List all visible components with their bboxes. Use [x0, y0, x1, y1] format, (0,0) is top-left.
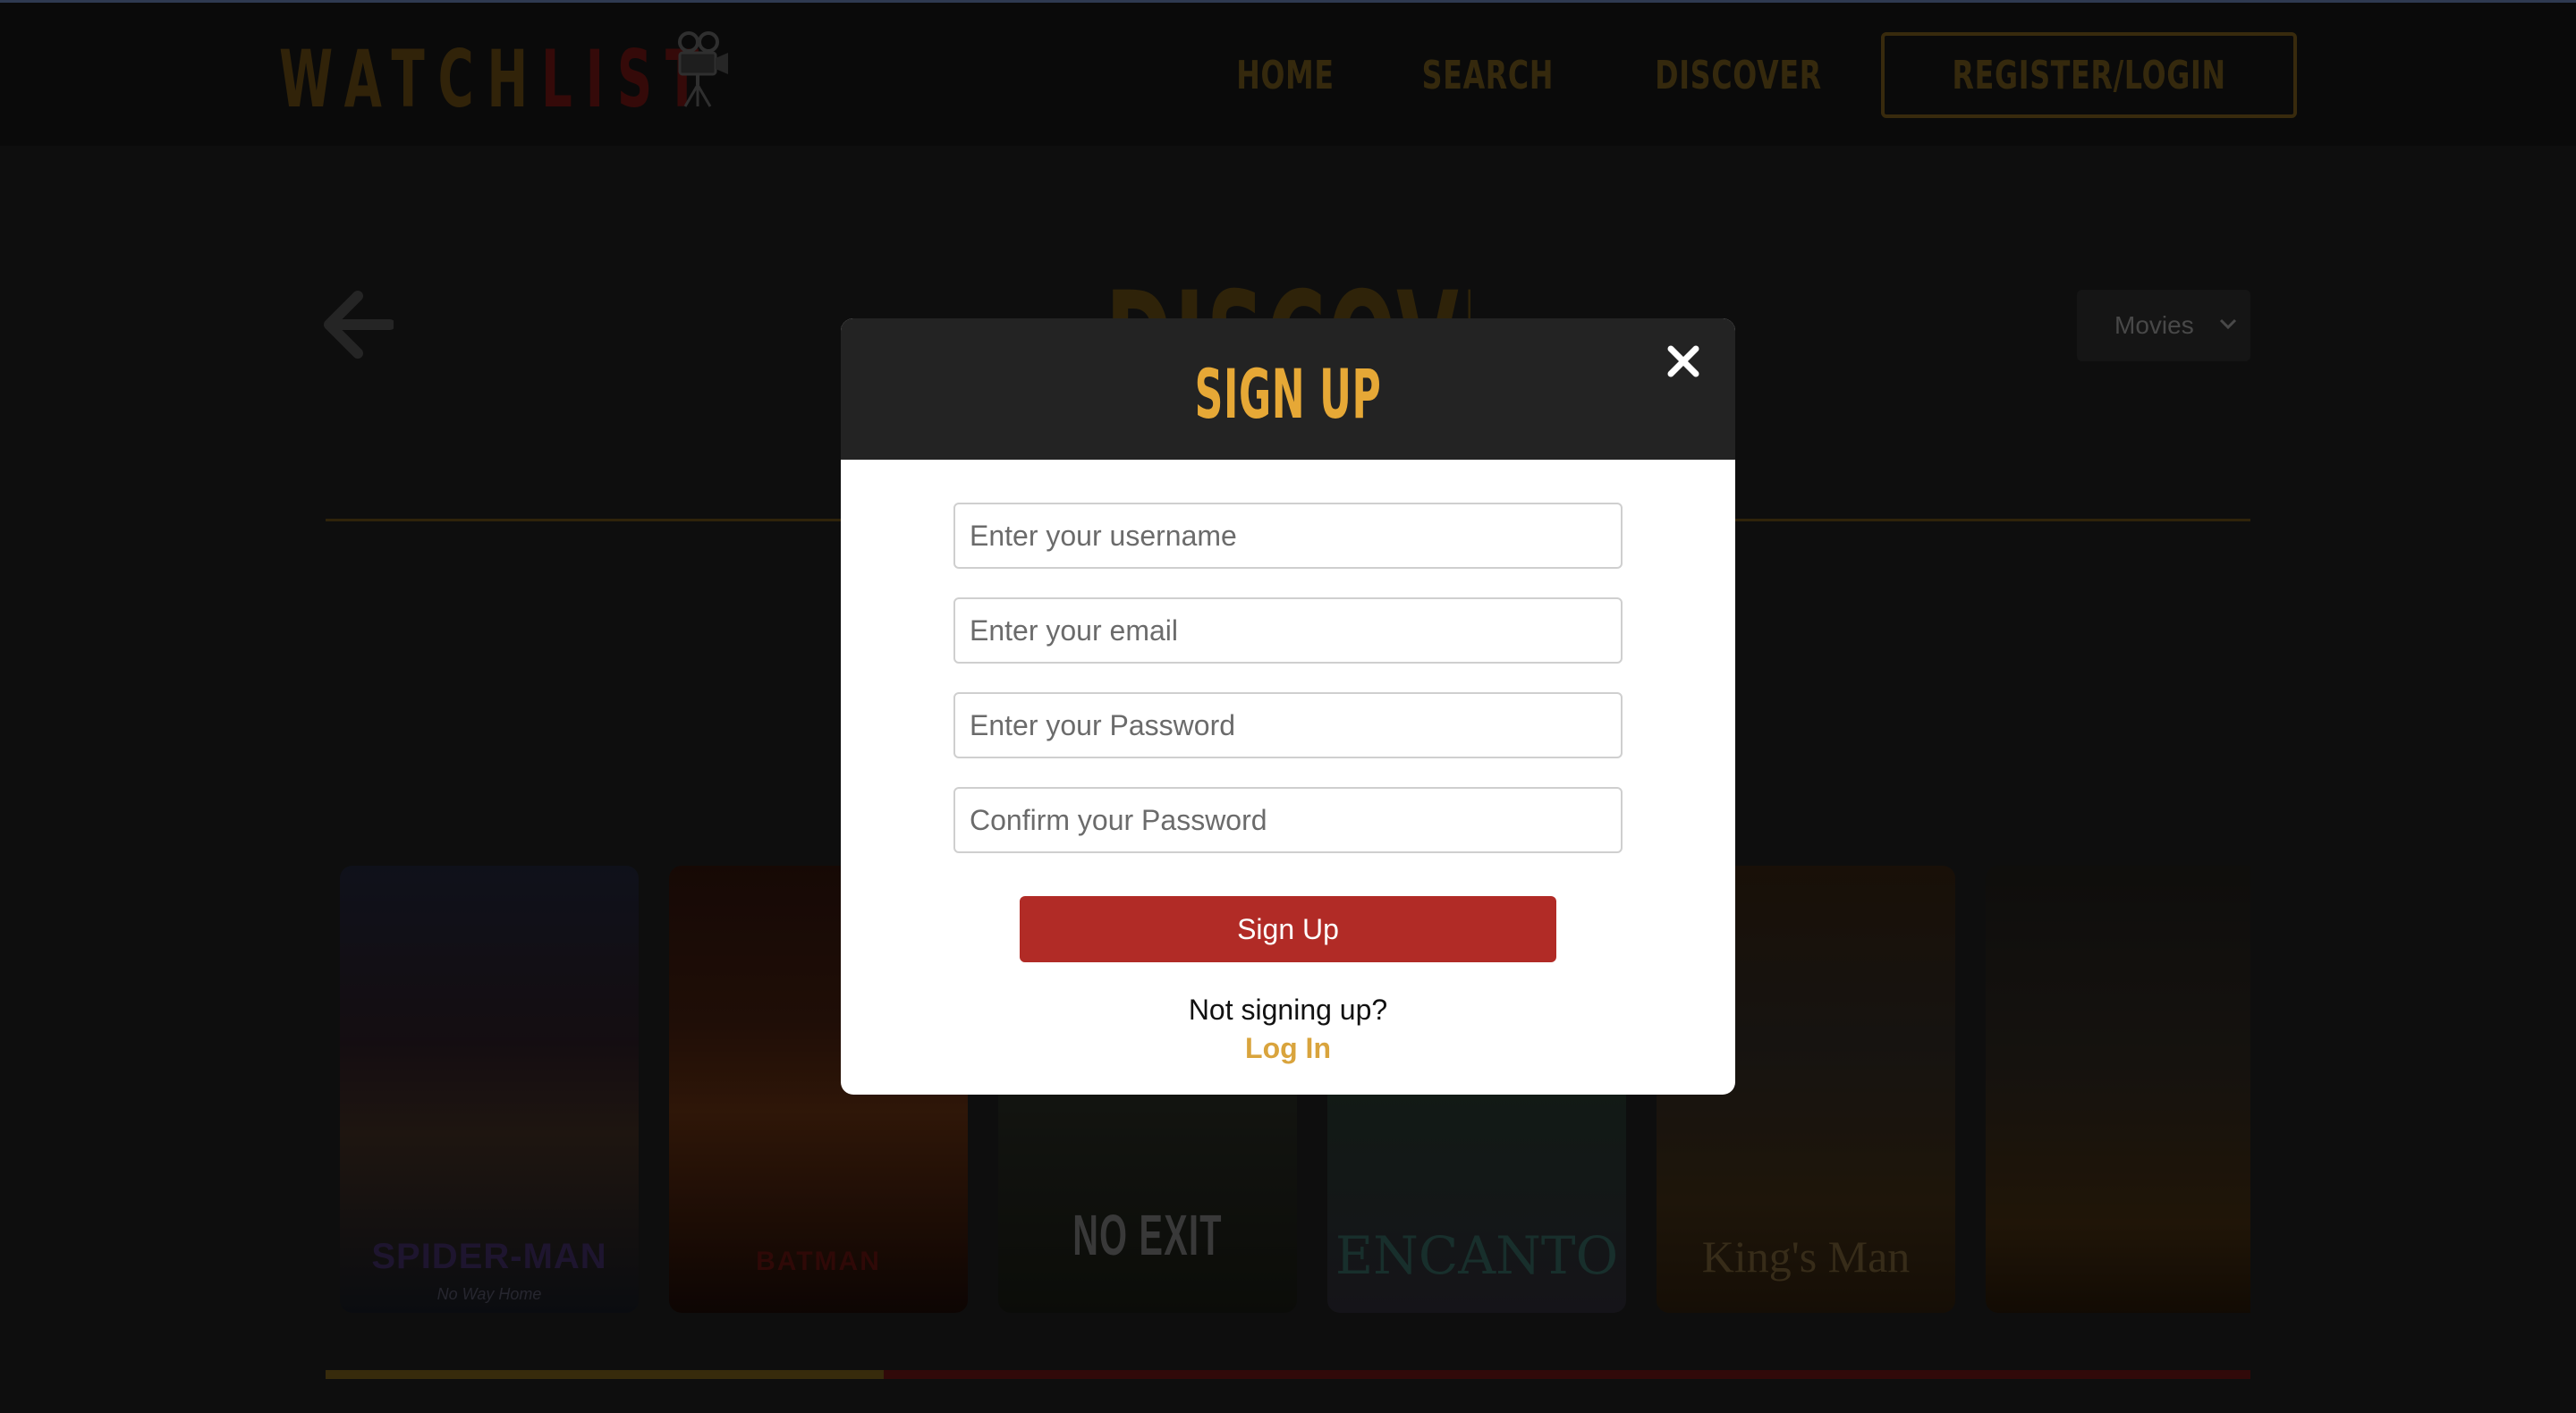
log-in-link[interactable]: Log In: [841, 1032, 1735, 1065]
confirm-password-field[interactable]: [953, 787, 1623, 853]
email-field[interactable]: [953, 597, 1623, 664]
signup-modal: SIGN UP Sign Up Not signing up? Log In: [841, 318, 1735, 1095]
username-field[interactable]: [953, 503, 1623, 569]
modal-header: SIGN UP: [841, 318, 1735, 460]
password-field[interactable]: [953, 692, 1623, 758]
close-icon[interactable]: [1665, 343, 1701, 379]
not-signing-up-text: Not signing up?: [1188, 994, 1388, 1026]
page: WATCHLIST HOME SEARCH DISCOVER REGISTER/…: [0, 0, 2576, 1413]
sign-up-button[interactable]: Sign Up: [1020, 896, 1556, 962]
modal-title: SIGN UP: [1194, 354, 1382, 434]
